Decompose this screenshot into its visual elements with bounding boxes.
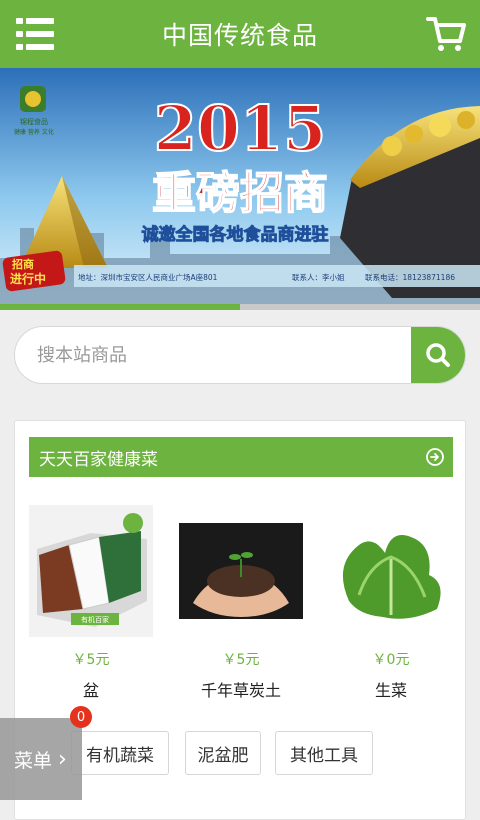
- product-name: 千年草炭土: [200, 681, 281, 700]
- product-image[interactable]: [179, 505, 303, 637]
- product-name: 盆: [82, 681, 99, 700]
- banner-logo-tagline: 健康 营养 文化: [14, 128, 54, 136]
- product-price: ￥5元: [72, 652, 110, 668]
- banner-headline: 重磅招商: [152, 168, 328, 219]
- banner-logo-name: 锦程食品: [20, 117, 48, 126]
- circle-arrow-right-icon[interactable]: [425, 447, 445, 467]
- banner-slide-indicator: [0, 304, 480, 310]
- product-name: 生菜: [374, 681, 407, 700]
- chevron-right-icon: ›: [58, 746, 67, 772]
- product-image[interactable]: 有机百家: [29, 505, 153, 637]
- product-image[interactable]: [329, 505, 453, 637]
- banner-slide-progress: [0, 304, 240, 310]
- banner-stamp-line2: 进行中: [10, 271, 46, 286]
- banner-contact: 联系人：李小姐: [292, 272, 345, 282]
- search-icon: [426, 343, 450, 367]
- product-image-caption: 有机百家: [81, 615, 109, 624]
- search-bar: [14, 326, 466, 384]
- hamburger-menu-icon[interactable]: [16, 18, 54, 50]
- tag-organic-vegetables[interactable]: 有机蔬菜: [71, 731, 169, 775]
- search-input[interactable]: [15, 327, 413, 383]
- banner-year: 2015: [154, 92, 327, 165]
- product-price: ￥0元: [372, 652, 410, 668]
- page-title: 中国传统食品: [161, 21, 318, 50]
- banner-address: 地址：深圳市宝安区人民商业广场A座801: [78, 272, 218, 282]
- banner-stamp-line1: 招商: [12, 257, 34, 271]
- product-item[interactable]: ￥0元 生菜: [329, 505, 453, 701]
- tag-soil-fertilizer[interactable]: 泥盆肥: [185, 731, 261, 775]
- banner-subheadline: 诚邀全国各地食品商进驻: [142, 224, 329, 245]
- app-header: 中国传统食品: [0, 0, 480, 68]
- product-item[interactable]: ￥5元 千年草炭土: [179, 505, 303, 701]
- product-item[interactable]: 有机百家 ￥5元 盆: [29, 505, 153, 701]
- notification-badge: 0: [70, 706, 92, 728]
- search-button[interactable]: [411, 327, 465, 383]
- product-price: ￥5元: [222, 652, 260, 668]
- category-header[interactable]: 天天百家健康菜: [29, 437, 453, 477]
- shopping-cart-icon[interactable]: [426, 14, 466, 54]
- banner-phone: 联系电话：18123871186: [365, 272, 455, 282]
- banner-illustration: 锦程食品 健康 营养 文化 2015 重磅招商 诚邀全国各地食品商进驻 招商 进…: [0, 68, 480, 304]
- tag-other-tools[interactable]: 其他工具: [275, 731, 373, 775]
- floating-menu-button[interactable]: 菜单 ›: [0, 718, 82, 800]
- promo-banner[interactable]: 锦程食品 健康 营养 文化 2015 重磅招商 诚邀全国各地食品商进驻 招商 进…: [0, 68, 480, 304]
- floating-menu-label: 菜单: [14, 749, 53, 772]
- category-title: 天天百家健康菜: [39, 449, 158, 470]
